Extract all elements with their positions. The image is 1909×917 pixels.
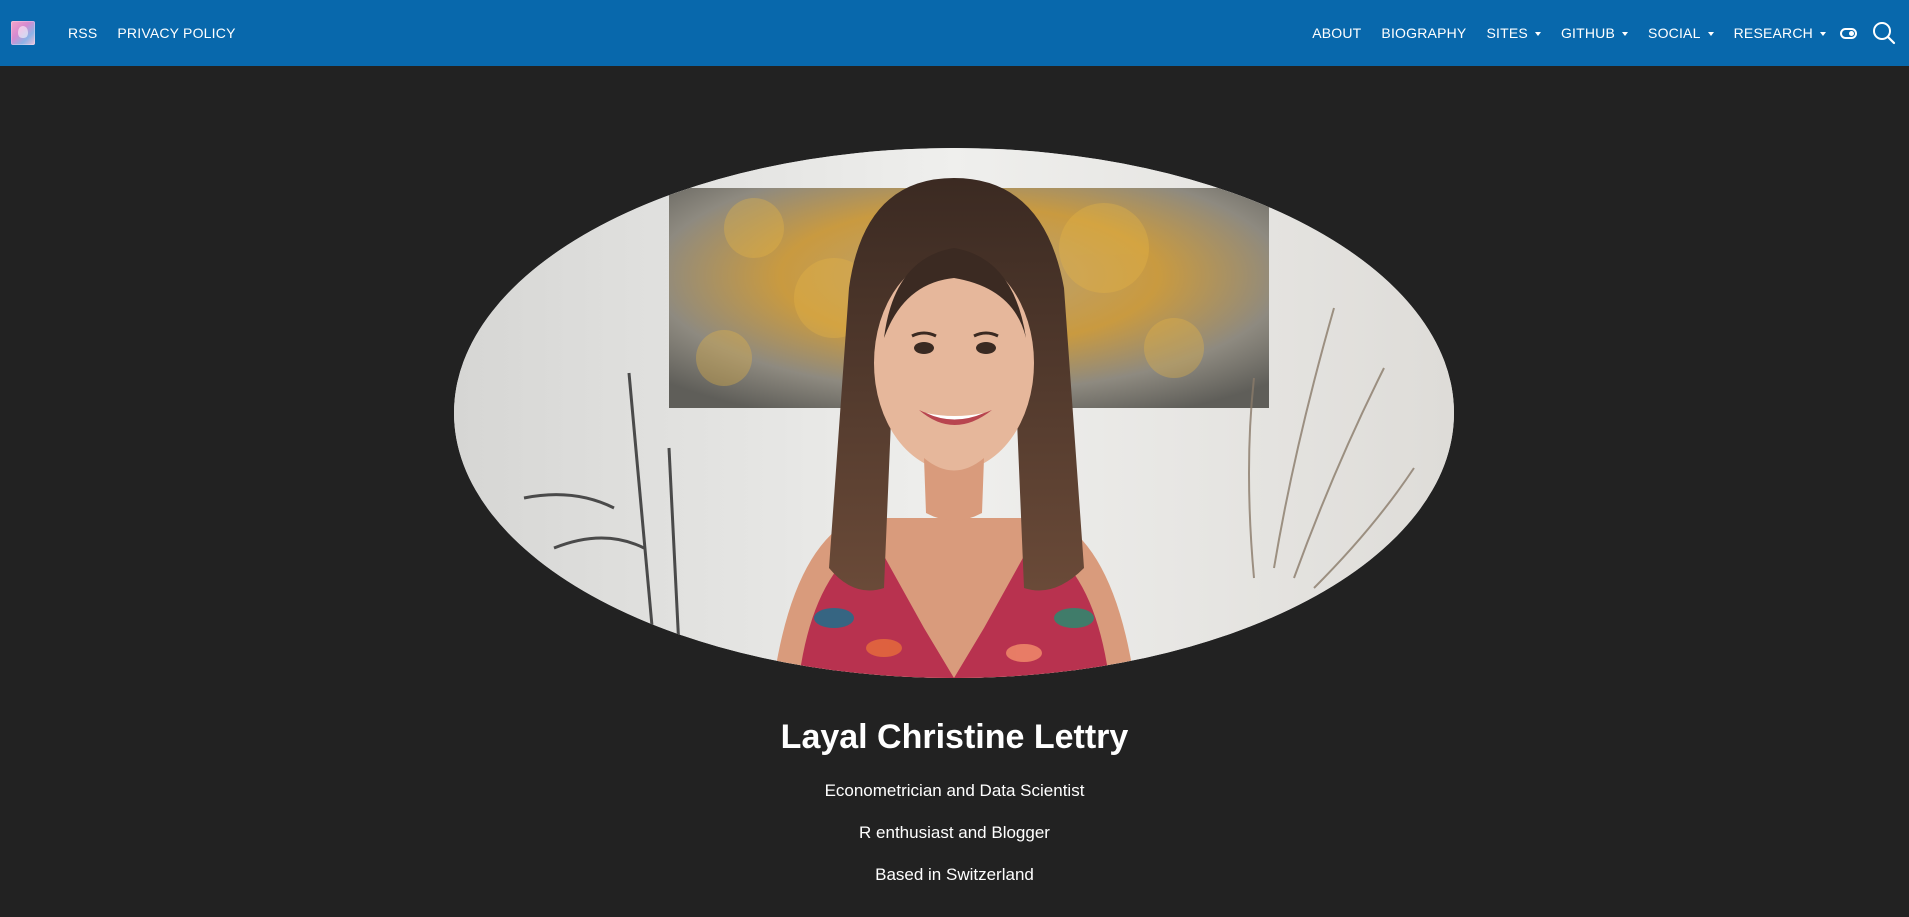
- nav-link-privacy-policy-label: PRIVACY POLICY: [117, 25, 236, 41]
- nav-dropdown-social[interactable]: SOCIAL: [1638, 0, 1724, 66]
- chevron-down-icon: [1534, 32, 1541, 36]
- nav-dropdown-research-label: RESEARCH: [1733, 25, 1813, 41]
- search-icon-glyph: [1873, 22, 1896, 45]
- nav-link-about-label: ABOUT: [1312, 25, 1362, 41]
- nav-dropdown-research[interactable]: RESEARCH: [1724, 0, 1836, 66]
- hero-section: Layal Christine Lettry Econometrician an…: [0, 66, 1909, 917]
- dark-mode-toggle-icon[interactable]: [1840, 27, 1857, 39]
- nav-dropdown-sites[interactable]: SITES: [1476, 0, 1550, 66]
- profile-portrait: [454, 148, 1454, 678]
- nav-dropdown-github-label: GITHUB: [1560, 25, 1616, 41]
- nav-link-privacy-policy[interactable]: PRIVACY POLICY: [107, 0, 245, 66]
- search-icon[interactable]: [1871, 20, 1897, 46]
- nav-link-biography[interactable]: BIOGRAPHY: [1371, 0, 1476, 66]
- nav-link-rss[interactable]: RSS: [58, 0, 107, 66]
- profile-tagline-location: Based in Switzerland: [875, 865, 1034, 884]
- chevron-down-icon: [1622, 32, 1629, 36]
- nav-link-biography-label: BIOGRAPHY: [1381, 25, 1467, 41]
- portrait-illustration: [454, 148, 1454, 678]
- nav-link-rss-label: RSS: [68, 25, 98, 41]
- chevron-down-icon: [1820, 32, 1826, 36]
- profile-tagline-interest: R enthusiast and Blogger: [859, 823, 1050, 842]
- nav-link-about[interactable]: ABOUT: [1302, 0, 1371, 66]
- nav-dropdown-sites-label: SITES: [1486, 25, 1528, 41]
- site-logo-icon[interactable]: [11, 21, 35, 45]
- nav-right-group: ABOUT BIOGRAPHY SITES GITHUB SOCIAL RESE…: [1302, 0, 1909, 66]
- chevron-down-icon: [1707, 32, 1714, 36]
- profile-name: Layal Christine Lettry: [780, 718, 1129, 756]
- top-navbar: RSS PRIVACY POLICY ABOUT BIOGRAPHY SITES…: [0, 0, 1909, 66]
- nav-dropdown-social-label: SOCIAL: [1648, 25, 1701, 41]
- nav-left-group: RSS PRIVACY POLICY: [0, 0, 246, 66]
- nav-dropdown-github[interactable]: GITHUB: [1551, 0, 1638, 66]
- profile-tagline-role: Econometrician and Data Scientist: [824, 781, 1085, 800]
